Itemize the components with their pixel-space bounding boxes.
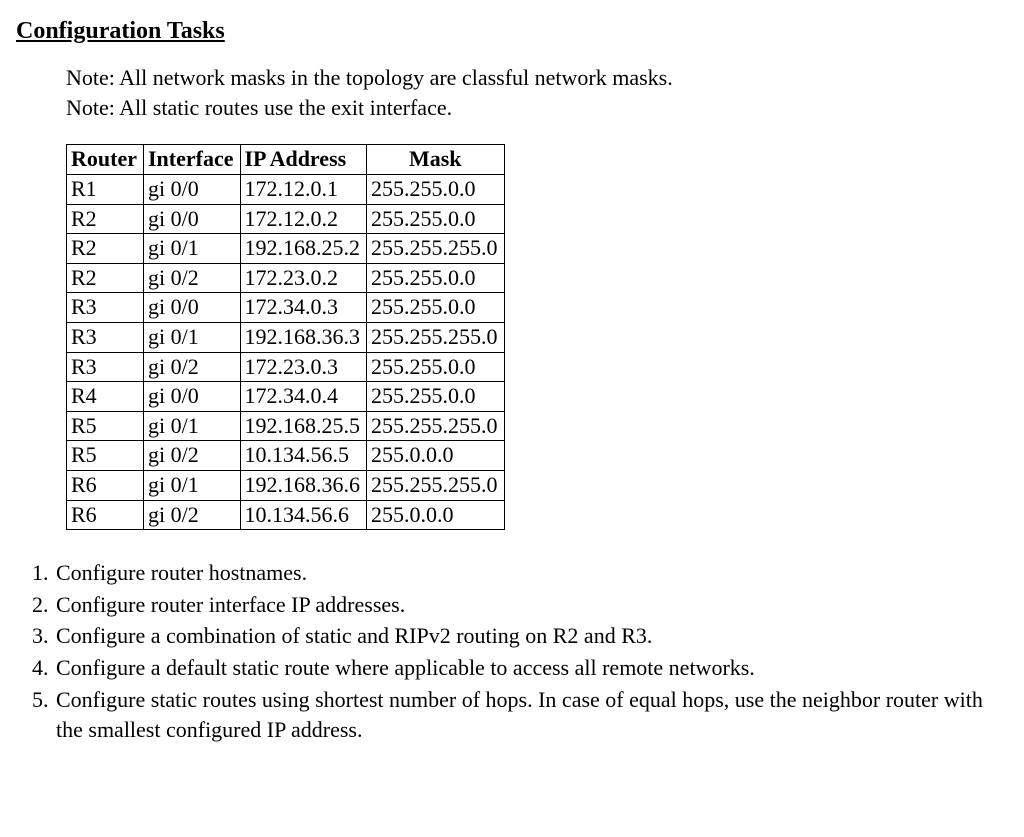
cell-ip: 192.168.36.3 xyxy=(240,322,367,352)
col-interface: Interface xyxy=(143,145,240,175)
table-row: R3gi 0/0172.34.0.3255.255.0.0 xyxy=(67,293,505,323)
cell-interface: gi 0/2 xyxy=(143,441,240,471)
task-list: Configure router hostnames.Configure rou… xyxy=(28,558,1008,744)
cell-interface: gi 0/2 xyxy=(143,500,240,530)
cell-mask: 255.255.255.0 xyxy=(367,411,505,441)
table-row: R6gi 0/1192.168.36.6255.255.255.0 xyxy=(67,470,505,500)
table-row: R2gi 0/1192.168.25.2255.255.255.0 xyxy=(67,234,505,264)
cell-mask: 255.255.255.0 xyxy=(367,470,505,500)
table-row: R6gi 0/210.134.56.6255.0.0.0 xyxy=(67,500,505,530)
cell-ip: 192.168.25.2 xyxy=(240,234,367,264)
cell-ip: 192.168.25.5 xyxy=(240,411,367,441)
cell-ip: 172.23.0.2 xyxy=(240,263,367,293)
table-header-row: Router Interface IP Address Mask xyxy=(67,145,505,175)
cell-ip: 172.34.0.3 xyxy=(240,293,367,323)
cell-mask: 255.0.0.0 xyxy=(367,500,505,530)
table-row: R3gi 0/2172.23.0.3255.255.0.0 xyxy=(67,352,505,382)
col-mask: Mask xyxy=(367,145,505,175)
task-item: Configure a default static route where a… xyxy=(54,653,1008,683)
cell-interface: gi 0/0 xyxy=(143,204,240,234)
cell-ip: 192.168.36.6 xyxy=(240,470,367,500)
cell-interface: gi 0/1 xyxy=(143,234,240,264)
cell-router: R1 xyxy=(67,174,144,204)
task-item: Configure static routes using shortest n… xyxy=(54,685,1008,744)
interface-table-wrap: Router Interface IP Address Mask R1gi 0/… xyxy=(66,144,1008,530)
note-line: Note: All static routes use the exit int… xyxy=(66,93,1008,123)
cell-interface: gi 0/2 xyxy=(143,352,240,382)
cell-interface: gi 0/0 xyxy=(143,174,240,204)
cell-ip: 10.134.56.5 xyxy=(240,441,367,471)
cell-interface: gi 0/0 xyxy=(143,293,240,323)
cell-ip: 172.23.0.3 xyxy=(240,352,367,382)
interface-table: Router Interface IP Address Mask R1gi 0/… xyxy=(66,144,505,530)
cell-router: R5 xyxy=(67,441,144,471)
cell-mask: 255.255.0.0 xyxy=(367,352,505,382)
cell-router: R6 xyxy=(67,470,144,500)
cell-mask: 255.255.0.0 xyxy=(367,293,505,323)
table-row: R3gi 0/1192.168.36.3255.255.255.0 xyxy=(67,322,505,352)
cell-interface: gi 0/0 xyxy=(143,382,240,412)
cell-mask: 255.255.0.0 xyxy=(367,263,505,293)
col-ip: IP Address xyxy=(240,145,367,175)
cell-ip: 172.12.0.1 xyxy=(240,174,367,204)
cell-ip: 172.34.0.4 xyxy=(240,382,367,412)
cell-router: R4 xyxy=(67,382,144,412)
cell-router: R2 xyxy=(67,204,144,234)
cell-mask: 255.255.255.0 xyxy=(367,234,505,264)
cell-mask: 255.255.0.0 xyxy=(367,382,505,412)
page-title: Configuration Tasks xyxy=(16,18,1008,45)
cell-router: R5 xyxy=(67,411,144,441)
cell-interface: gi 0/1 xyxy=(143,470,240,500)
task-item: Configure router hostnames. xyxy=(54,558,1008,588)
cell-interface: gi 0/1 xyxy=(143,322,240,352)
cell-mask: 255.255.0.0 xyxy=(367,204,505,234)
note-line: Note: All network masks in the topology … xyxy=(66,63,1008,93)
notes-block: Note: All network masks in the topology … xyxy=(66,63,1008,122)
table-row: R4gi 0/0172.34.0.4255.255.0.0 xyxy=(67,382,505,412)
cell-router: R3 xyxy=(67,293,144,323)
cell-ip: 10.134.56.6 xyxy=(240,500,367,530)
col-router: Router xyxy=(67,145,144,175)
cell-mask: 255.255.255.0 xyxy=(367,322,505,352)
task-item: Configure router interface IP addresses. xyxy=(54,590,1008,620)
table-row: R5gi 0/1192.168.25.5255.255.255.0 xyxy=(67,411,505,441)
cell-mask: 255.0.0.0 xyxy=(367,441,505,471)
cell-router: R2 xyxy=(67,234,144,264)
cell-router: R2 xyxy=(67,263,144,293)
cell-interface: gi 0/1 xyxy=(143,411,240,441)
table-row: R2gi 0/2172.23.0.2255.255.0.0 xyxy=(67,263,505,293)
cell-router: R3 xyxy=(67,322,144,352)
cell-interface: gi 0/2 xyxy=(143,263,240,293)
cell-router: R6 xyxy=(67,500,144,530)
cell-ip: 172.12.0.2 xyxy=(240,204,367,234)
table-row: R2gi 0/0172.12.0.2255.255.0.0 xyxy=(67,204,505,234)
task-item: Configure a combination of static and RI… xyxy=(54,621,1008,651)
cell-mask: 255.255.0.0 xyxy=(367,174,505,204)
cell-router: R3 xyxy=(67,352,144,382)
table-row: R1gi 0/0172.12.0.1255.255.0.0 xyxy=(67,174,505,204)
table-row: R5gi 0/210.134.56.5255.0.0.0 xyxy=(67,441,505,471)
